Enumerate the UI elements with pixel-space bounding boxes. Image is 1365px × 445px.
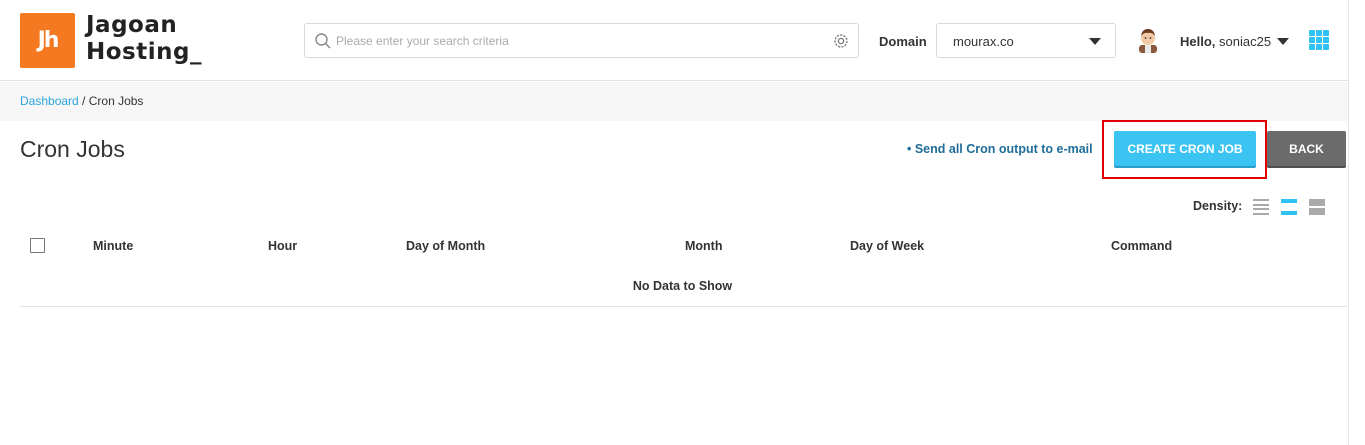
density-label: Density: [1193, 199, 1243, 213]
chevron-down-icon[interactable] [1277, 38, 1289, 45]
avatar[interactable] [1137, 27, 1159, 53]
brand-name[interactable]: Jagoan Hosting_ [86, 12, 202, 66]
create-cron-job-button[interactable]: CREATE CRON JOB [1114, 131, 1256, 166]
table-divider [20, 306, 1347, 307]
domain-select[interactable]: mourax.co [936, 23, 1116, 58]
density-comfortable-icon[interactable] [1309, 199, 1325, 215]
search-input[interactable] [336, 25, 826, 56]
breadcrumb-separator: / [78, 94, 89, 108]
apps-grid-icon[interactable] [1309, 30, 1329, 50]
search-icon [315, 33, 331, 49]
breadcrumb-current: Cron Jobs [88, 94, 144, 108]
username: soniac25 [1219, 34, 1272, 49]
top-header: Jh Jagoan Hosting_ Domain mourax.co Hell… [0, 0, 1348, 81]
scrollbar[interactable] [1348, 0, 1365, 445]
breadcrumb: Dashboard / Cron Jobs [20, 94, 143, 108]
domain-selected-value: mourax.co [953, 34, 1014, 49]
breadcrumb-bar: Dashboard / Cron Jobs [0, 82, 1348, 121]
user-greeting[interactable]: Hello, soniac25 [1180, 34, 1271, 49]
page-title: Cron Jobs [20, 136, 125, 162]
column-header-minute[interactable]: Minute [93, 239, 133, 253]
gear-icon[interactable] [832, 32, 850, 50]
send-output-email-link[interactable]: • Send all Cron output to e-mail [907, 142, 1093, 156]
greeting-text: Hello, [1180, 34, 1216, 49]
logo-icon[interactable]: Jh [20, 13, 75, 68]
brand-name-line2: Hosting_ [86, 39, 202, 65]
select-all-checkbox[interactable] [30, 238, 45, 253]
column-header-hour[interactable]: Hour [268, 239, 297, 253]
chevron-down-icon [1089, 38, 1101, 45]
column-header-month[interactable]: Month [685, 239, 722, 253]
back-button[interactable]: BACK [1267, 131, 1346, 166]
column-header-day-of-week[interactable]: Day of Week [850, 239, 924, 253]
breadcrumb-dashboard-link[interactable]: Dashboard [20, 94, 79, 108]
empty-table-message: No Data to Show [632, 279, 733, 293]
brand-name-line1: Jagoan [86, 12, 178, 38]
density-normal-icon[interactable] [1281, 199, 1297, 215]
domain-label: Domain [879, 34, 927, 49]
column-header-command[interactable]: Command [1111, 239, 1172, 253]
search-box [304, 23, 859, 58]
density-compact-icon[interactable] [1253, 199, 1269, 215]
column-header-day-of-month[interactable]: Day of Month [406, 239, 485, 253]
